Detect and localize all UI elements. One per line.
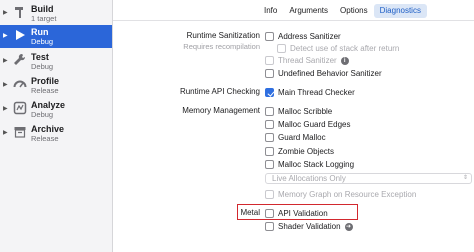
section-label-memory-management: Memory Management — [182, 106, 260, 115]
scheme-item-archive[interactable]: ▶ Archive Release — [0, 122, 112, 145]
option-label: Zombie Objects — [278, 147, 335, 156]
option-malloc-stack-logging[interactable]: Malloc Stack Logging — [265, 159, 354, 170]
scheme-item-analyze[interactable]: ▶ Analyze Debug — [0, 98, 112, 121]
scheme-item-run[interactable]: ▶ Run Debug — [0, 25, 112, 48]
option-shader-validation[interactable]: Shader Validation ➜ — [265, 221, 353, 232]
checkbox[interactable] — [265, 147, 274, 156]
scheme-item-title: Archive — [31, 124, 65, 134]
scheme-item-subtitle: 1 target — [31, 14, 57, 23]
option-label: Detect use of stack after return — [290, 44, 400, 53]
hammer-icon — [15, 7, 23, 18]
checkbox-checked[interactable] — [265, 88, 274, 97]
arrow-right-circle-icon[interactable]: ➜ — [344, 222, 353, 231]
disclosure-triangle-icon[interactable]: ▶ — [3, 129, 8, 136]
scheme-item-subtitle: Debug — [31, 62, 54, 71]
tab-info[interactable]: Info — [258, 4, 283, 18]
tab-arguments[interactable]: Arguments — [283, 4, 334, 18]
disclosure-triangle-icon[interactable]: ▶ — [3, 81, 8, 88]
option-memory-graph-on-resource-exception: Memory Graph on Resource Exception — [265, 189, 416, 200]
scheme-item-title: Analyze — [31, 100, 66, 110]
checkbox[interactable] — [265, 160, 274, 169]
scheme-item-title: Test — [31, 52, 49, 62]
option-malloc-scribble[interactable]: Malloc Scribble — [265, 106, 332, 117]
chevron-up-down-icon: ⇕ — [462, 175, 468, 181]
option-label: Malloc Stack Logging — [278, 160, 355, 169]
option-label: Shader Validation — [278, 222, 341, 231]
option-thread-sanitizer: Thread Sanitizer i — [265, 55, 349, 66]
malloc-stack-logging-popup: Live Allocations Only ⇕ — [265, 173, 472, 184]
section-sublabel-requires-recompilation: Requires recompilation — [183, 42, 260, 51]
scheme-item-profile[interactable]: ▶ Profile Release — [0, 74, 112, 97]
scheme-item-subtitle: Release — [31, 86, 59, 95]
tab-diagnostics[interactable]: Diagnostics — [373, 4, 427, 18]
disclosure-triangle-icon[interactable]: ▶ — [3, 57, 8, 64]
tab-options[interactable]: Options — [334, 4, 374, 18]
option-detect-stack-after-return: Detect use of stack after return — [277, 43, 399, 54]
scheme-item-title: Build — [31, 4, 54, 14]
archive-icon — [14, 127, 26, 138]
analyze-icon — [13, 101, 27, 115]
disclosure-triangle-icon[interactable]: ▶ — [3, 32, 8, 39]
scheme-action-sidebar: ▶ Build 1 target ▶ Run Debug ▶ Test Debu… — [0, 0, 113, 252]
option-address-sanitizer[interactable]: Address Sanitizer — [265, 31, 341, 42]
play-icon — [16, 30, 25, 40]
popup-value: Live Allocations Only — [272, 174, 346, 183]
option-label: Undefined Behavior Sanitizer — [278, 69, 382, 78]
option-label: Memory Graph on Resource Exception — [278, 190, 417, 199]
checkbox[interactable] — [265, 120, 274, 129]
option-label: Thread Sanitizer — [278, 56, 337, 65]
option-malloc-guard-edges[interactable]: Malloc Guard Edges — [265, 119, 350, 130]
scheme-item-subtitle: Release — [31, 134, 59, 143]
divider — [113, 20, 474, 21]
option-guard-malloc[interactable]: Guard Malloc — [265, 132, 326, 143]
option-zombie-objects[interactable]: Zombie Objects — [265, 146, 334, 157]
option-label: Main Thread Checker — [278, 88, 355, 97]
checkbox[interactable] — [265, 107, 274, 116]
option-main-thread-checker[interactable]: Main Thread Checker — [265, 87, 355, 98]
checkbox — [265, 56, 274, 65]
option-label: Malloc Scribble — [278, 107, 333, 116]
scheme-item-subtitle: Debug — [31, 37, 54, 46]
checkbox[interactable] — [265, 222, 274, 231]
option-undefined-behavior-sanitizer[interactable]: Undefined Behavior Sanitizer — [265, 68, 382, 79]
option-label: Address Sanitizer — [278, 32, 341, 41]
scheme-item-build[interactable]: ▶ Build 1 target — [0, 2, 112, 25]
section-label-runtime-sanitization: Runtime Sanitization — [186, 31, 260, 40]
annotation-highlight-box — [237, 204, 358, 220]
option-label: Guard Malloc — [278, 133, 326, 142]
checkbox[interactable] — [265, 133, 274, 142]
scheme-item-subtitle: Debug — [31, 110, 54, 119]
tab-bar: Info Arguments Options Diagnostics — [258, 4, 427, 18]
wrench-icon — [14, 53, 26, 65]
checkbox[interactable] — [265, 32, 274, 41]
disclosure-triangle-icon[interactable]: ▶ — [3, 9, 8, 16]
checkbox — [277, 44, 286, 53]
scheme-item-title: Profile — [31, 76, 60, 86]
disclosure-triangle-icon[interactable]: ▶ — [3, 105, 8, 112]
checkbox — [265, 190, 274, 199]
scheme-item-test[interactable]: ▶ Test Debug — [0, 50, 112, 73]
checkbox[interactable] — [265, 69, 274, 78]
option-label: Malloc Guard Edges — [278, 120, 351, 129]
scheme-item-title: Run — [31, 27, 49, 37]
gauge-icon — [13, 80, 27, 88]
section-label-runtime-api-checking: Runtime API Checking — [179, 87, 260, 96]
info-icon[interactable]: i — [340, 56, 349, 65]
